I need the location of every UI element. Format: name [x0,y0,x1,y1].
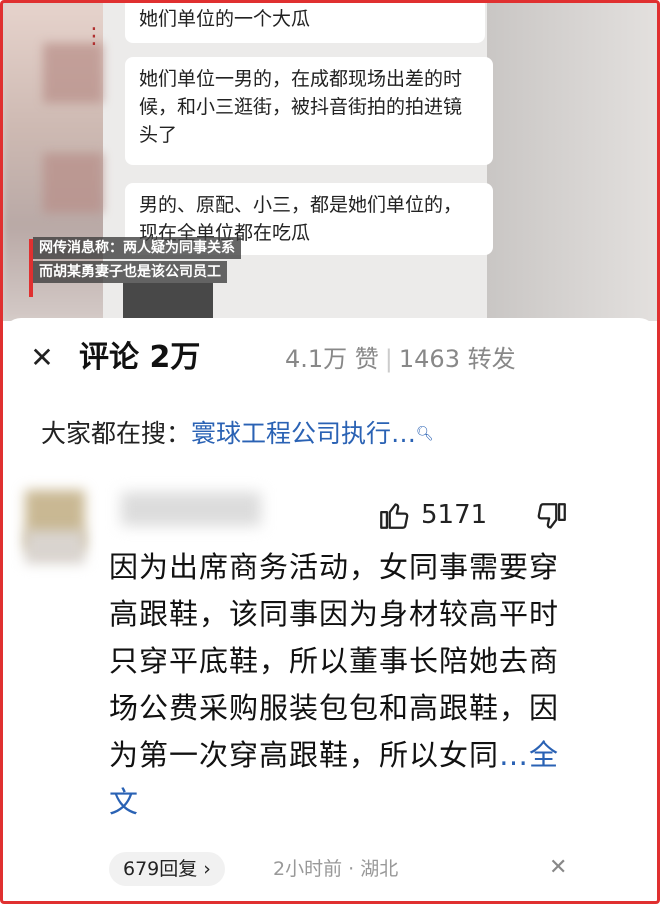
replies-count: 679回复 [123,858,198,880]
video-preview[interactable]: ⋮ 她们单位的一个大瓜 她们单位一男的，在成都现场出差的时候，和小三逛街，被抖音… [3,3,657,321]
video-thumbnail [123,283,213,321]
replies-button[interactable]: 679回复 › [109,852,225,886]
shares-count: 1463 转发 [398,345,516,373]
video-right-area [487,3,657,321]
comments-panel: ✕ 评论 2万 4.1万 赞 | 1463 转发 大家都在搜：寰球工程公司执行…🔍︎… [3,318,657,901]
avatar-blur [25,530,85,564]
stats-divider: | [384,345,393,373]
video-stats: 4.1万 赞 | 1463 转发 [285,342,516,376]
chat-bubble: 她们单位的一个大瓜 [125,3,485,43]
thumbs-down-icon[interactable] [535,500,569,534]
trending-search: 大家都在搜：寰球工程公司执行…🔍︎ [41,416,434,452]
likes-count: 4.1万 赞 [285,345,379,373]
username-blurred[interactable] [121,492,261,526]
comments-title: 评论 2万 [79,340,201,375]
comment-text: 因为出席商务活动，女同事需要穿高跟鞋，该同事因为身材较高平时只穿平底鞋，所以董事… [109,544,569,826]
watermark-icon: ⋮ [83,24,105,49]
comment-footer: 679回复 › 2小时前 · 湖北 ✕ [109,850,609,890]
comments-header: ✕ 评论 2万 4.1万 赞 | 1463 转发 [3,318,657,398]
comment-like-count: 5171 [421,500,488,530]
news-caption: 而胡某勇妻子也是该公司员工 [33,261,227,283]
chevron-right-icon: › [197,858,211,880]
search-icon: 🔍︎ [416,426,434,442]
chat-bubble: 她们单位一男的，在成都现场出差的时候，和小三逛街，被抖音街拍的拍进镜头了 [125,57,493,165]
comment-body: 因为出席商务活动，女同事需要穿高跟鞋，该同事因为身材较高平时只穿平底鞋，所以董事… [109,550,560,772]
close-icon[interactable]: ✕ [27,338,57,378]
chat-avatar [43,153,103,213]
search-prefix: 大家都在搜： [41,419,192,448]
search-link[interactable]: 寰球工程公司执行… [191,419,416,448]
thumbs-up-icon[interactable] [377,498,411,532]
news-caption: 网传消息称：两人疑为同事关系 [33,237,241,259]
dismiss-icon[interactable]: ✕ [549,852,567,884]
comment-meta: 2小时前 · 湖北 [273,858,399,880]
